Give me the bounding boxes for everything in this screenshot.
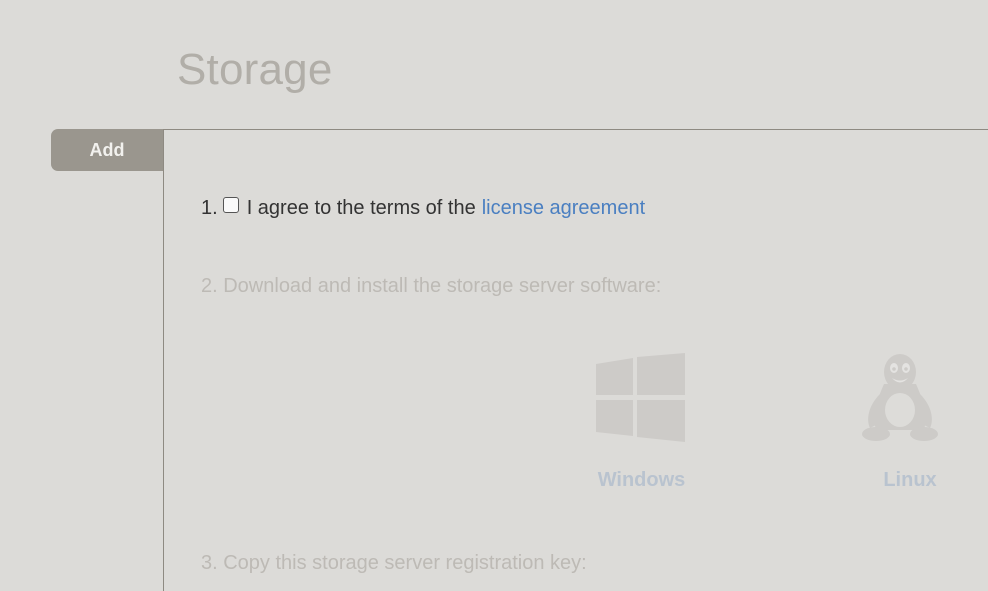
step-number: 1.: [201, 197, 218, 219]
tab-add[interactable]: Add: [51, 129, 163, 171]
tux-penguin-icon: [862, 354, 938, 441]
content-top-divider: [163, 129, 988, 130]
agree-text: I agree to the terms of the: [246, 197, 476, 219]
license-agreement-link[interactable]: license agreement: [482, 196, 645, 220]
linux-label: Linux: [883, 469, 937, 491]
download-linux-button[interactable]: Linux: [858, 350, 962, 495]
step-download: 2. Download and install the storage serv…: [201, 275, 662, 297]
page-title: Storage: [177, 45, 333, 94]
step-register: 3. Copy this storage server registration…: [201, 552, 587, 574]
content-left-divider: [163, 129, 164, 591]
windows-logo-icon: [596, 353, 685, 442]
windows-label: Windows: [597, 469, 686, 491]
download-windows-button[interactable]: Windows: [590, 350, 693, 495]
step-agree: 1. I agree to the terms of the license a…: [201, 196, 645, 220]
license-agree-checkbox[interactable]: [222, 197, 239, 213]
storage-page: Storage Add 1. I agree to the terms of t…: [0, 0, 988, 591]
